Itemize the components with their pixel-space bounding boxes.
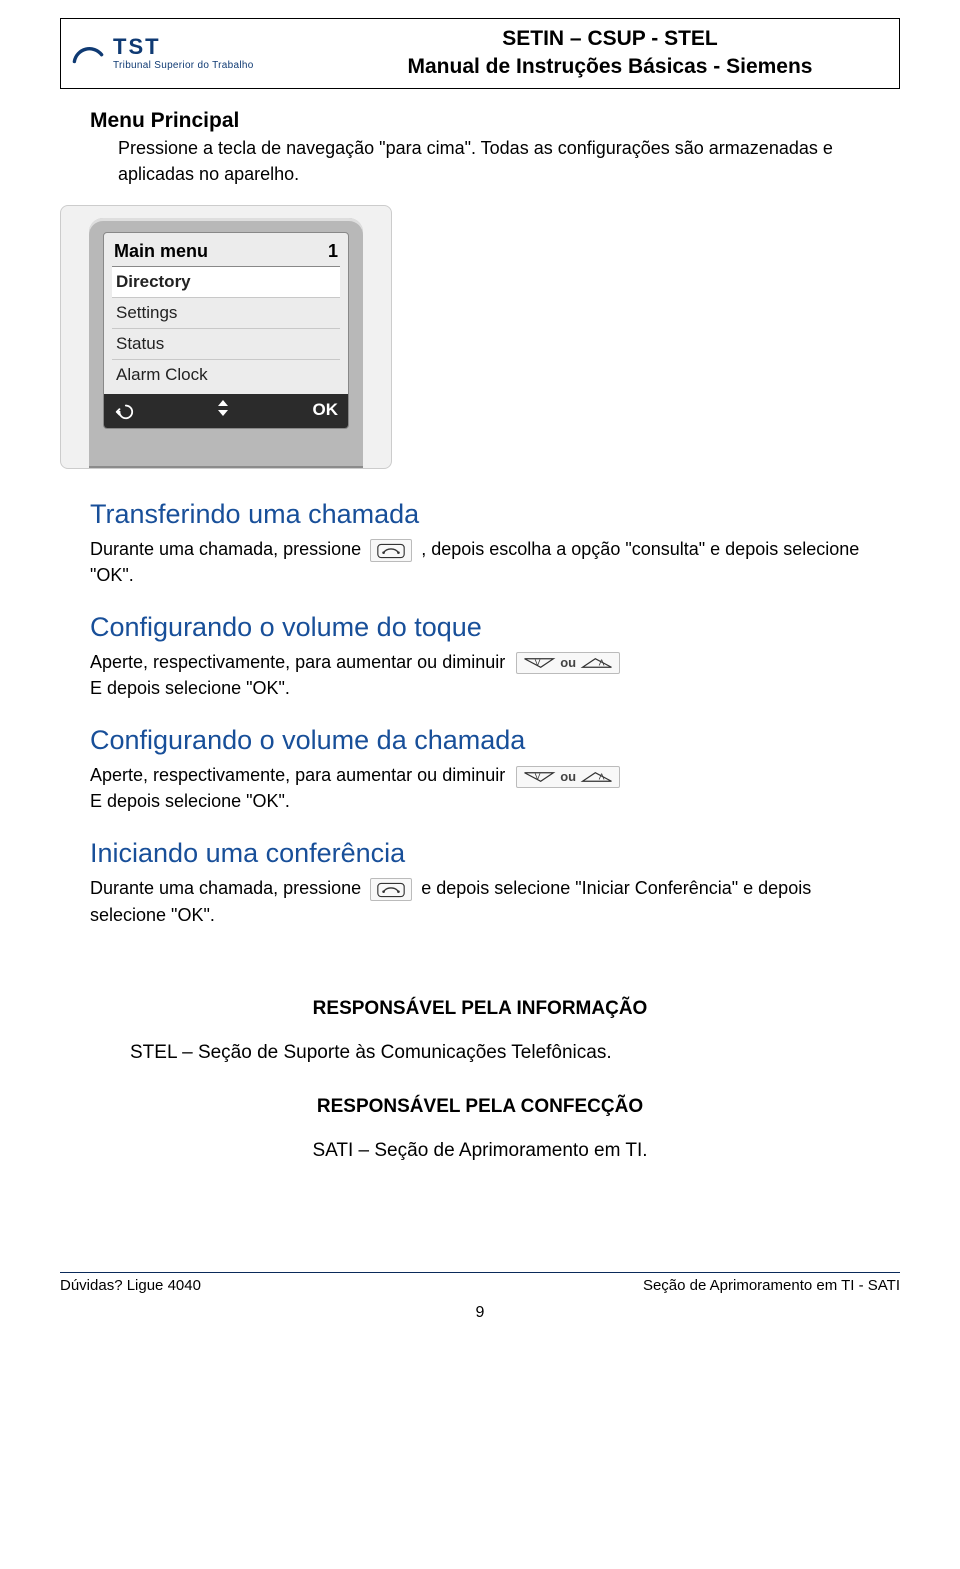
ou-label: ou [560,769,576,785]
document-page: TST Tribunal Superior do Trabalho SETIN … [0,0,960,1362]
section-ring-volume-title: Configurando o volume do toque [90,612,870,643]
hold-key-icon [370,878,412,901]
attribution-block: RESPONSÁVEL PELA INFORMAÇÃO STEL – Seção… [90,998,870,1162]
page-footer: Dúvidas? Ligue 4040 Seção de Aprimoramen… [60,1277,900,1294]
logo-block: TST Tribunal Superior do Trabalho [71,36,331,71]
page-number: 9 [60,1304,900,1322]
section-ring-volume-l1: Aperte, respectivamente, para aumentar o… [90,649,870,675]
volume-up-key-icon: Λ [580,655,614,671]
resp-info-label: RESPONSÁVEL PELA INFORMAÇÃO [90,998,870,1020]
header-line-1: SETIN – CSUP - STEL [331,25,889,53]
conference-pre: Durante uma chamada, pressione [90,878,361,898]
phone-ok-label: OK [313,400,339,420]
phone-menu-item: Settings [112,297,340,328]
menu-principal-title: Menu Principal [90,109,870,133]
volume-down-key-icon: V [522,769,556,785]
section-conference-body: Durante uma chamada, pressione e depois … [90,875,870,927]
resp-conf-value: SATI – Seção de Aprimoramento em TI. [90,1140,870,1162]
phone-screen-footer: OK [104,394,348,428]
header-titles: SETIN – CSUP - STEL Manual de Instruções… [331,25,889,82]
phone-menu-item: Status [112,328,340,359]
svg-text:Λ: Λ [599,658,605,668]
phone-menu-item: Directory [112,266,340,297]
hold-key-icon [370,539,412,562]
ring-volume-text: Aperte, respectivamente, para aumentar o… [90,652,505,672]
content: Menu Principal Pressione a tecla de nave… [60,109,900,1162]
logo-text-main: TST [113,36,254,58]
footer-right: Seção de Aprimoramento em TI - SATI [643,1277,900,1294]
section-ring-volume-l2: E depois selecione "OK". [90,675,870,701]
svg-text:V: V [535,771,541,781]
transfer-pre: Durante uma chamada, pressione [90,539,361,559]
volume-keys-icon: V ou Λ [516,652,620,674]
volume-up-key-icon: Λ [580,769,614,785]
volume-keys-icon: V ou Λ [516,766,620,788]
phone-screen: Main menu 1 Directory Settings Status Al… [103,232,349,429]
phone-figure: Main menu 1 Directory Settings Status Al… [60,205,392,469]
header-line-2: Manual de Instruções Básicas - Siemens [331,53,889,81]
phone-screen-header: Main menu 1 [112,239,340,266]
tst-logo: TST Tribunal Superior do Trabalho [71,36,254,71]
section-transfer-title: Transferindo uma chamada [90,499,870,530]
up-down-icon [134,398,313,423]
resp-info-value: STEL – Seção de Suporte às Comunicações … [90,1042,870,1064]
phone-menu-item: Alarm Clock [112,359,340,390]
back-icon [114,400,134,420]
phone-screen-title: Main menu [114,241,208,262]
footer-left: Dúvidas? Ligue 4040 [60,1277,201,1294]
menu-principal-body: Pressione a tecla de navegação "para cim… [90,135,870,187]
volume-down-key-icon: V [522,655,556,671]
section-call-volume-title: Configurando o volume da chamada [90,725,870,756]
phone-screen-index: 1 [328,241,338,262]
svg-text:V: V [535,658,541,668]
section-conference-title: Iniciando uma conferência [90,838,870,869]
section-call-volume-l2: E depois selecione "OK". [90,788,870,814]
logo-text-sub: Tribunal Superior do Trabalho [113,61,254,71]
section-call-volume-l1: Aperte, respectivamente, para aumentar o… [90,762,870,788]
tst-arc-icon [71,36,105,70]
footer-rule [60,1272,900,1273]
section-transfer-body: Durante uma chamada, pressione , depois … [90,536,870,588]
resp-conf-label: RESPONSÁVEL PELA CONFECÇÃO [90,1096,870,1118]
call-volume-text: Aperte, respectivamente, para aumentar o… [90,765,505,785]
document-header: TST Tribunal Superior do Trabalho SETIN … [60,18,900,89]
phone-body: Main menu 1 Directory Settings Status Al… [89,218,363,468]
svg-text:Λ: Λ [599,771,605,781]
ou-label: ou [560,655,576,671]
